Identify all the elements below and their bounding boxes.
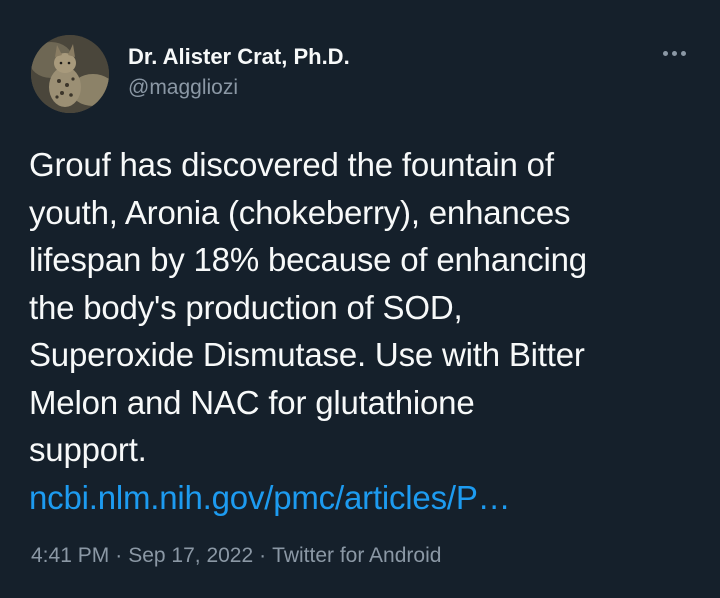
tweet-text-line: lifespan by 18% because of enhancing — [29, 241, 587, 278]
tweet-text-line: the body's production of SOD, — [29, 288, 463, 326]
author-display-name[interactable]: Dr. Alister Crat, Ph.D. — [128, 44, 350, 70]
tweet-card: Dr. Alister Crat, Ph.D. @maggliozi Grouf… — [0, 0, 720, 598]
more-horizontal-icon — [671, 50, 677, 56]
meta-separator: · — [259, 544, 267, 567]
tweet-text-line: support. — [29, 431, 147, 468]
author-avatar[interactable] — [31, 35, 109, 113]
tweet-time[interactable]: 4:41 PM — [31, 544, 109, 567]
cat-avatar-icon — [31, 35, 109, 113]
tweet-text-line: Superoxide Dismutase. Use with Bitter — [29, 336, 585, 373]
author-handle[interactable]: @maggliozi — [128, 76, 238, 100]
tweet-link[interactable]: ncbi.nlm.nih.gov/pmc/articles/P… — [29, 474, 511, 522]
tweet-text-line: youth, Aronia (chokeberry), enhances — [29, 193, 571, 231]
tweet-metadata: 4:41 PM · Sep 17, 2022 · Twitter for Android — [31, 544, 441, 568]
meta-separator: · — [115, 544, 123, 567]
more-horizontal-icon — [680, 50, 686, 56]
tweet-text-line: Melon and NAC for glutathione — [29, 383, 475, 421]
more-horizontal-icon — [662, 50, 668, 56]
tweet-text: Grouf has discovered the fountain of you… — [29, 141, 699, 474]
tweet-client[interactable]: Twitter for Android — [272, 544, 441, 567]
tweet-text-line: Grouf has discovered the fountain of — [29, 146, 554, 183]
tweet-date[interactable]: Sep 17, 2022 — [128, 544, 253, 567]
more-options-button[interactable] — [654, 40, 694, 66]
